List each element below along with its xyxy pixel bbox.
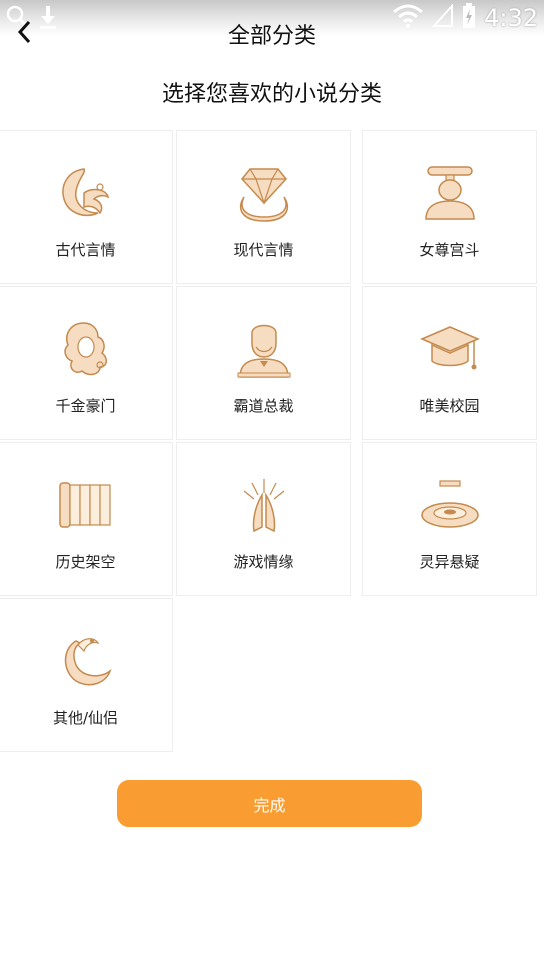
category-label: 游戏情缘 <box>233 553 294 571</box>
category-label: 古代言情 <box>55 241 116 259</box>
category-empress-intrigue[interactable]: 女尊宫斗 <box>362 130 537 284</box>
category-label: 霸道总裁 <box>233 397 294 415</box>
category-ancient-romance[interactable]: 古代言情 <box>0 130 173 284</box>
category-label: 现代言情 <box>233 241 294 259</box>
ceo-man-icon <box>232 319 296 379</box>
category-label: 唯美校园 <box>419 397 480 415</box>
category-label: 历史架空 <box>55 553 116 571</box>
category-label: 其他/仙侣 <box>52 709 119 727</box>
category-campus[interactable]: 唯美校园 <box>362 286 537 440</box>
category-label: 千金豪门 <box>55 397 116 415</box>
diamond-ring-icon <box>232 163 296 223</box>
page-title: 全部分类 <box>227 24 316 49</box>
bamboo-scroll-icon <box>54 475 118 535</box>
phoenix-moon-icon <box>54 631 118 691</box>
graduation-cap-icon <box>418 319 482 379</box>
page-subtitle: 选择您喜欢的小说分类 <box>161 82 382 107</box>
empress-icon <box>418 163 482 223</box>
header: 全部分类 <box>0 14 544 54</box>
category-game-romance[interactable]: 游戏情缘 <box>176 442 351 596</box>
category-label: 女尊宫斗 <box>419 241 480 259</box>
category-supernatural[interactable]: 灵异悬疑 <box>362 442 537 596</box>
category-modern-romance[interactable]: 现代言情 <box>176 130 351 284</box>
category-other-xianxia[interactable]: 其他/仙侣 <box>0 598 173 752</box>
occult-disc-icon <box>418 475 482 535</box>
curly-hair-lady-icon <box>54 319 118 379</box>
done-button[interactable]: 完成 <box>117 780 422 827</box>
category-alt-history[interactable]: 历史架空 <box>0 442 173 596</box>
praying-hands-icon <box>232 475 296 535</box>
category-wealthy-family[interactable]: 千金豪门 <box>0 286 173 440</box>
category-label: 灵异悬疑 <box>419 553 480 571</box>
crescent-moon-icon <box>54 163 118 223</box>
category-domineering-ceo[interactable]: 霸道总裁 <box>176 286 351 440</box>
